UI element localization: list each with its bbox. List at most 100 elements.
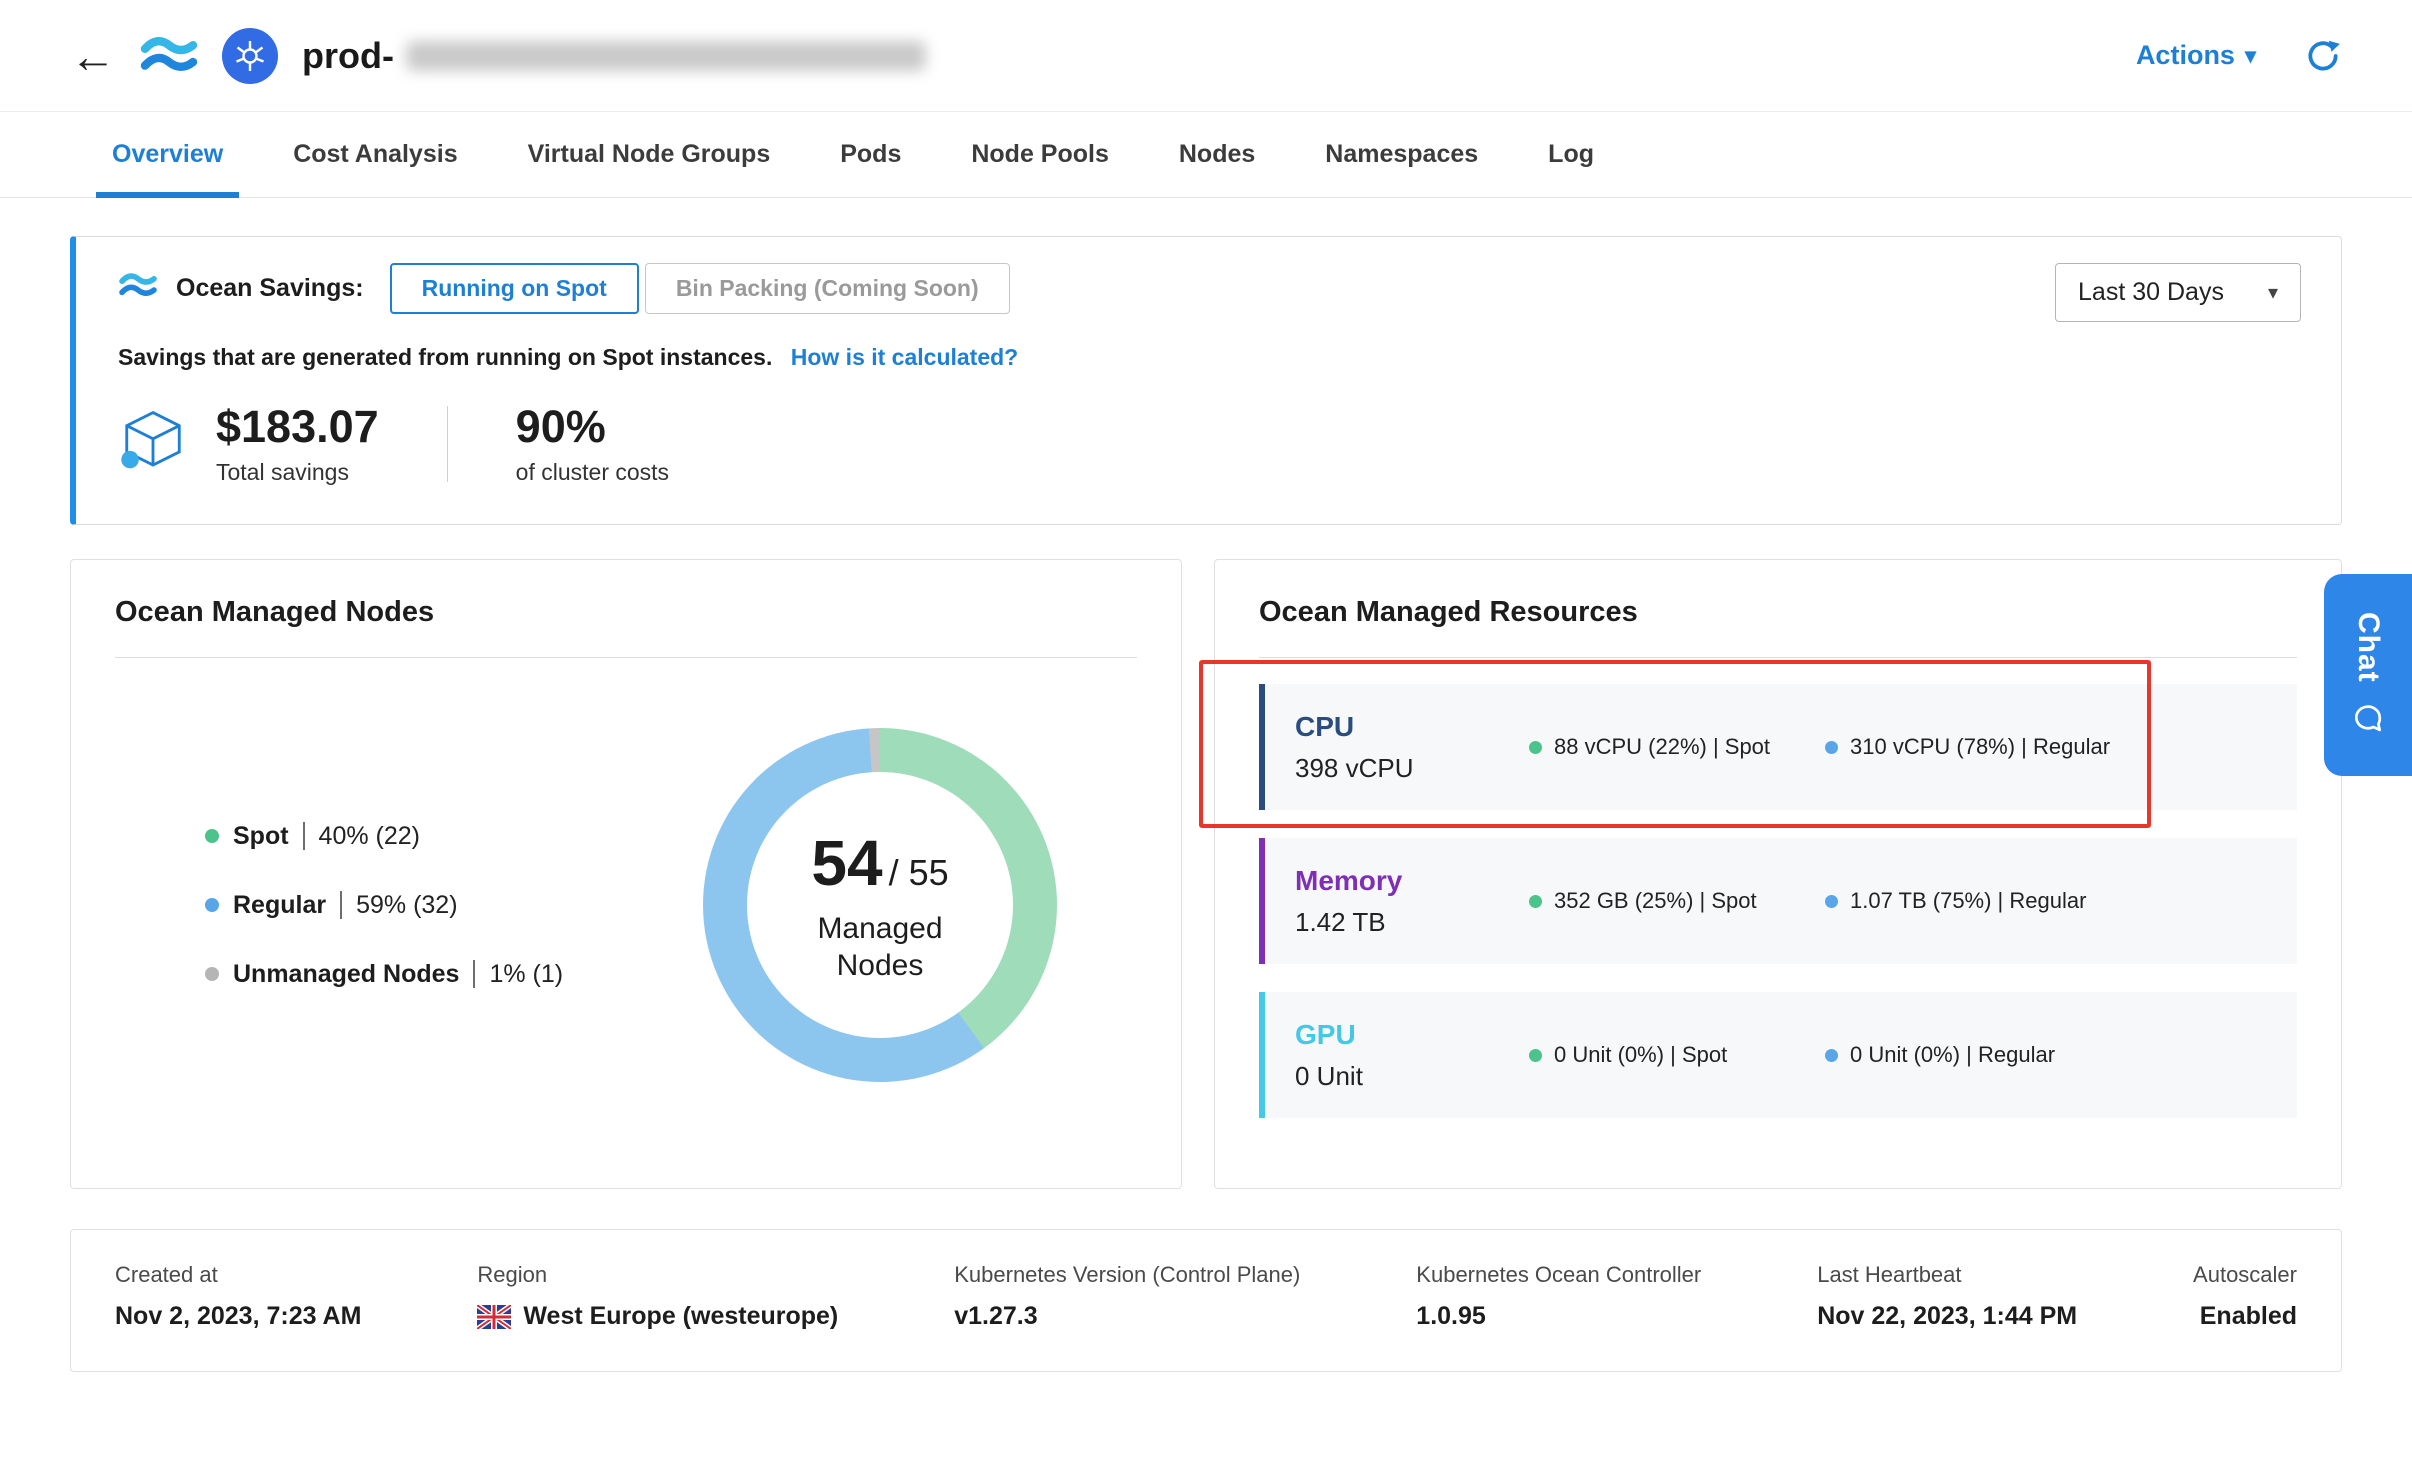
memory-label: Memory [1295, 865, 1505, 897]
managed-resources-title: Ocean Managed Resources [1259, 596, 2297, 629]
divider [303, 822, 305, 850]
cluster-cost-block: 90% of cluster costs [516, 401, 669, 486]
donut-ring: 54 / 55 Managed Nodes [703, 728, 1057, 1082]
ocean-controller-label: Kubernetes Ocean Controller [1416, 1262, 1701, 1288]
created-at-value: Nov 2, 2023, 7:23 AM [115, 1302, 361, 1331]
divider [447, 406, 448, 482]
divider [473, 960, 475, 988]
how-calculated-link[interactable]: How is it calculated? [791, 344, 1019, 370]
footer-k8s-version: Kubernetes Version (Control Plane) v1.27… [954, 1262, 1300, 1331]
memory-regular-stat: 1.07 TB (75%) | Regular [1825, 888, 2086, 914]
footer-created-at: Created at Nov 2, 2023, 7:23 AM [115, 1262, 361, 1331]
regular-dot-icon [1825, 895, 1838, 908]
divider [115, 657, 1137, 658]
total-savings-value: $183.07 [216, 401, 379, 453]
divider [1259, 657, 2297, 658]
region-label: Region [477, 1262, 838, 1288]
region-value: West Europe (westeurope) [523, 1302, 838, 1331]
savings-totals-row: $183.07 Total savings 90% of cluster cos… [118, 401, 2299, 486]
regular-dot-icon [1825, 1049, 1838, 1062]
cpu-spot-stat: 88 vCPU (22%) | Spot [1529, 734, 1825, 760]
cpu-stats: 88 vCPU (22%) | Spot 310 vCPU (78%) | Re… [1529, 734, 2110, 760]
refresh-button[interactable] [2304, 37, 2342, 75]
cpu-label: CPU [1295, 711, 1505, 743]
total-savings-caption: Total savings [216, 459, 379, 486]
gpu-head: GPU 0 Unit [1295, 1019, 1505, 1092]
divider [340, 891, 342, 919]
nodes-legend: Spot 40% (22) Regular 59% (32) Unmanaged… [205, 822, 563, 989]
spot-dot-icon [1529, 895, 1542, 908]
autoscaler-value: Enabled [2200, 1302, 2297, 1331]
cpu-regular-value: 310 vCPU (78%) | Regular [1850, 734, 2110, 760]
memory-spot-stat: 352 GB (25%) | Spot [1529, 888, 1825, 914]
tab-node-pools[interactable]: Node Pools [969, 112, 1111, 197]
chevron-down-icon: ▾ [2245, 43, 2256, 69]
cpu-regular-stat: 310 vCPU (78%) | Regular [1825, 734, 2110, 760]
managed-count: 54 [811, 826, 882, 900]
gpu-total: 0 Unit [1295, 1061, 1505, 1092]
kubernetes-logo-icon [222, 28, 278, 84]
total-count: / 55 [889, 852, 949, 894]
created-at-label: Created at [115, 1262, 361, 1288]
resource-row-gpu: GPU 0 Unit 0 Unit (0%) | Spot 0 Unit (0%… [1259, 992, 2297, 1118]
region-value-wrap: West Europe (westeurope) [477, 1302, 838, 1331]
chat-icon [2350, 702, 2386, 738]
wave-icon [118, 270, 158, 307]
k8s-version-label: Kubernetes Version (Control Plane) [954, 1262, 1300, 1288]
savings-title: Ocean Savings: [176, 274, 364, 303]
autoscaler-label: Autoscaler [2193, 1262, 2297, 1288]
cluster-cost-caption: of cluster costs [516, 459, 669, 486]
resource-row-memory: Memory 1.42 TB 352 GB (25%) | Spot 1.07 … [1259, 838, 2297, 964]
chevron-down-icon: ▾ [2268, 280, 2278, 305]
savings-description: Savings that are generated from running … [118, 344, 772, 370]
tab-namespaces[interactable]: Namespaces [1323, 112, 1480, 197]
last-heartbeat-value: Nov 22, 2023, 1:44 PM [1817, 1302, 2077, 1331]
ocean-controller-value: 1.0.95 [1416, 1302, 1701, 1331]
cube-icon [118, 406, 188, 481]
tab-virtual-node-groups[interactable]: Virtual Node Groups [526, 112, 773, 197]
cluster-cost-percent: 90% [516, 401, 669, 453]
tab-cost-analysis[interactable]: Cost Analysis [291, 112, 459, 197]
last-heartbeat-label: Last Heartbeat [1817, 1262, 2077, 1288]
spot-dot-icon [205, 829, 219, 843]
memory-regular-value: 1.07 TB (75%) | Regular [1850, 888, 2086, 914]
savings-toggle-group: Running on Spot Bin Packing (Coming Soon… [390, 263, 1010, 314]
page-title: prod- [302, 35, 926, 77]
tab-log[interactable]: Log [1546, 112, 1596, 197]
footer-last-heartbeat: Last Heartbeat Nov 22, 2023, 1:44 PM [1817, 1262, 2077, 1331]
donut-caption: Managed Nodes [795, 910, 965, 985]
tab-overview[interactable]: Overview [110, 112, 225, 197]
spot-dot-icon [1529, 1049, 1542, 1062]
cards-row: Ocean Managed Nodes Spot 40% (22) Regula… [70, 559, 2342, 1189]
top-bar: ← prod- [0, 0, 2412, 112]
footer-ocean-controller: Kubernetes Ocean Controller 1.0.95 [1416, 1262, 1701, 1331]
managed-nodes-title: Ocean Managed Nodes [115, 596, 1137, 629]
memory-stats: 352 GB (25%) | Spot 1.07 TB (75%) | Regu… [1529, 888, 2086, 914]
period-dropdown[interactable]: Last 30 Days ▾ [2055, 263, 2301, 322]
gpu-label: GPU [1295, 1019, 1505, 1051]
cluster-name-redacted [406, 41, 926, 71]
managed-nodes-body: Spot 40% (22) Regular 59% (32) Unmanaged… [115, 728, 1137, 1082]
footer-autoscaler: Autoscaler Enabled [2193, 1262, 2297, 1331]
donut-count: 54 / 55 [811, 826, 948, 900]
tab-pods[interactable]: Pods [838, 112, 903, 197]
spot-dot-icon [1529, 741, 1542, 754]
footer-region: Region West Europe (westeurope) [477, 1262, 838, 1331]
back-arrow-icon[interactable]: ← [70, 33, 116, 79]
cpu-spot-value: 88 vCPU (22%) | Spot [1554, 734, 1770, 760]
actions-button[interactable]: Actions ▾ [2136, 40, 2256, 71]
running-on-spot-button[interactable]: Running on Spot [390, 263, 639, 314]
bin-packing-button[interactable]: Bin Packing (Coming Soon) [645, 263, 1010, 314]
gpu-spot-value: 0 Unit (0%) | Spot [1554, 1042, 1727, 1068]
donut-center: 54 / 55 Managed Nodes [747, 772, 1013, 1038]
cluster-info-footer: Created at Nov 2, 2023, 7:23 AM Region W… [70, 1229, 2342, 1372]
cpu-head: CPU 398 vCPU [1295, 711, 1505, 784]
spot-logo-icon [140, 32, 198, 80]
gpu-regular-stat: 0 Unit (0%) | Regular [1825, 1042, 2055, 1068]
refresh-icon [2304, 37, 2342, 75]
tab-nodes[interactable]: Nodes [1177, 112, 1257, 197]
legend-value: 59% (32) [356, 891, 457, 920]
memory-spot-value: 352 GB (25%) | Spot [1554, 888, 1757, 914]
legend-value: 40% (22) [319, 822, 420, 851]
chat-button[interactable]: Chat [2324, 574, 2412, 776]
